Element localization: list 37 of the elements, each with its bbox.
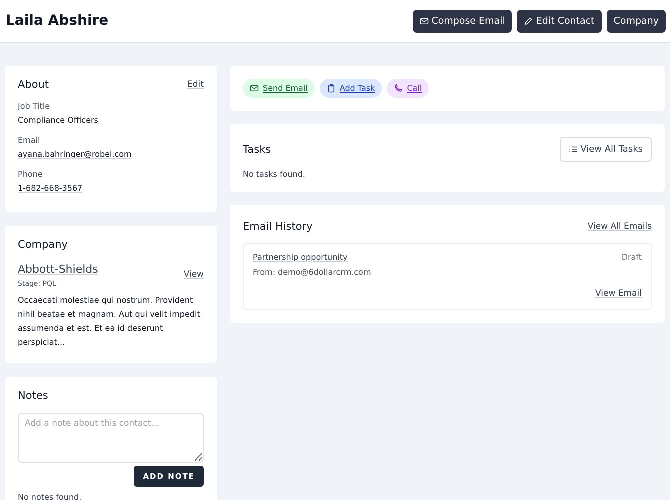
edit-link[interactable]: Edit (188, 80, 204, 90)
envelope-icon (250, 84, 259, 93)
list-icon (568, 145, 578, 154)
header-button[interactable]: Compose Email (412, 10, 512, 32)
card-title: Tasks (243, 144, 272, 156)
view-all-tasks-button[interactable]: View All Tasks (560, 137, 652, 162)
card-title: Email History (243, 221, 313, 233)
view-email-link[interactable]: View Email (596, 289, 642, 299)
action-chip[interactable]: Add Task (320, 79, 382, 98)
card-title: Company (18, 239, 69, 251)
field-value[interactable]: 1-682-668-3567 (18, 184, 204, 193)
empty-message: No notes found. (18, 493, 83, 500)
field-value: Compliance Officers (18, 116, 100, 125)
email-subject-link[interactable]: Partnership opportunity (253, 253, 348, 262)
card-title: About (18, 79, 50, 91)
company-name-link[interactable]: Abbott-Shields (18, 263, 98, 276)
view-link[interactable]: View (184, 270, 204, 280)
phone-icon (394, 84, 404, 93)
note-input-field[interactable]: Add a note about this contact... (18, 413, 204, 463)
field-label: Job Title (18, 102, 52, 111)
action-chip[interactable]: Call (387, 79, 430, 98)
field-label: Email (18, 136, 42, 145)
field-value[interactable]: ayana.bahringer@robel.com (18, 150, 204, 159)
clipboard-icon (326, 84, 336, 93)
field-label: Phone (18, 170, 44, 179)
empty-message: No tasks found. (243, 170, 306, 179)
header-button[interactable]: Company (606, 10, 666, 32)
email-status: Draft (622, 253, 642, 262)
pencil-icon (524, 16, 534, 26)
company-description: Occaecati molestiae qui nostrum. Provident nihil beatae et magnam. Aut qui velit impedit assumenda et est. Et ea id deserunt perspiciat... (18, 295, 202, 349)
header-button[interactable]: Edit Contact (517, 10, 602, 32)
card-title: Notes (18, 390, 50, 402)
contact-name: Laila Abshire (6, 13, 109, 29)
email-sender: From: demo@6dollarcrm.com (253, 268, 372, 277)
envelope-icon (420, 16, 429, 26)
view-all-emails-link[interactable]: View All Emails (588, 222, 652, 232)
action-chip[interactable]: Send Email (243, 79, 315, 98)
